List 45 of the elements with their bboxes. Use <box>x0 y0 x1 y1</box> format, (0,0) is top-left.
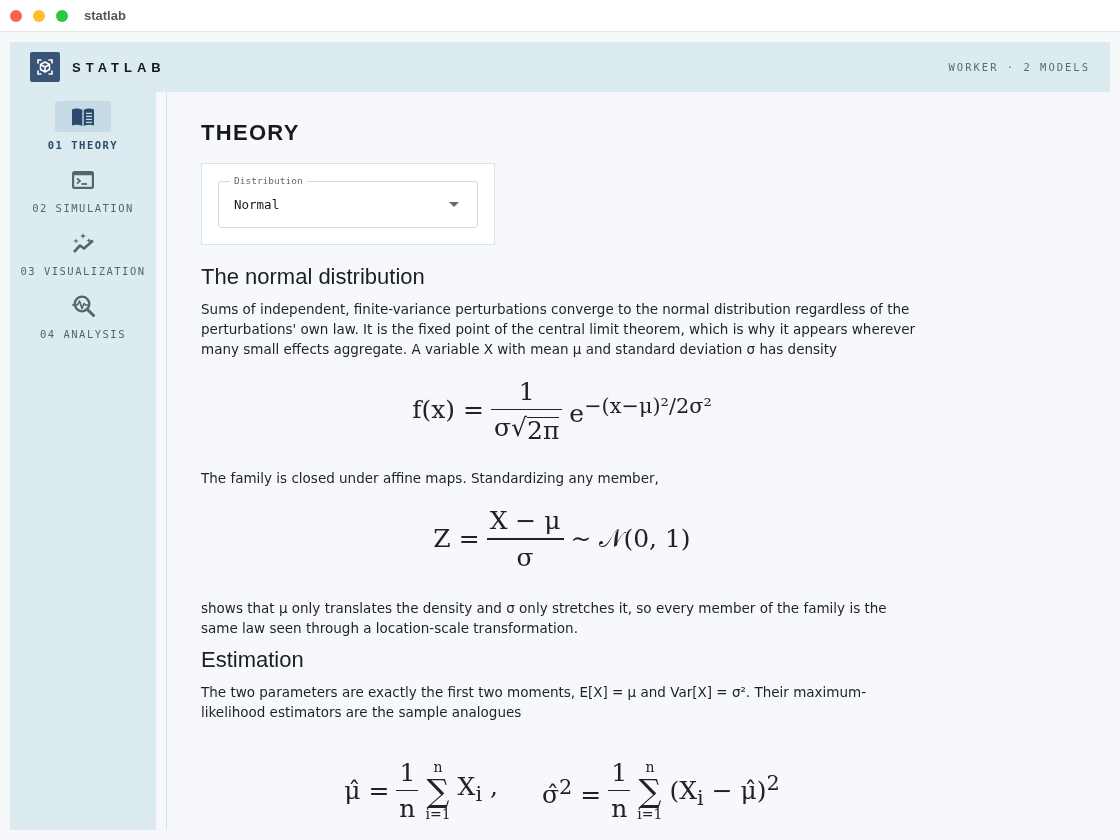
section-heading: The normal distribution <box>201 263 426 291</box>
nav-item[interactable]: 04 ANALYSIS <box>39 290 126 353</box>
nav-item[interactable]: 02 SIMULATION <box>32 164 134 227</box>
math-text: 1 <box>611 757 628 788</box>
math-text: σ̂$^{2}$ = <box>541 773 602 810</box>
paragraph: The family is closed under affine maps. Standardizing any member, <box>201 469 660 489</box>
math-text: e$^{−(x−μ)²/2σ²}$ <box>569 393 712 430</box>
sum-upper-limit: n <box>433 759 443 775</box>
summation-sign: ∑ <box>426 774 450 807</box>
radical-sign: √ <box>511 413 527 444</box>
page-title: THEORY <box>201 120 301 146</box>
math-text: ∼ 𝒩(0, 1) <box>570 524 691 555</box>
status-text: WORKER · 2 MODELS <box>948 61 1090 73</box>
math-text: (X$_{i}$ − μ̂)$^{2}$ <box>669 770 780 813</box>
terminal-icon <box>72 170 94 189</box>
math-text: n <box>399 793 416 824</box>
window-zoom-icon[interactable] <box>56 9 68 22</box>
field-label: Distribution <box>230 175 307 187</box>
math-text: X$_{i}$ , <box>457 772 498 809</box>
window-title: statlab <box>84 8 126 23</box>
section-heading: Estimation <box>201 645 305 674</box>
window-close-icon[interactable] <box>10 9 22 22</box>
paragraph: Sums of independent, finite-variance perturbations converge to the normal distribution regardless of the perturbations' own law. It is the fixed point of the central limit theorem, which is why it appears wherever many small effects aggregate. A variable X with mean μ and standard deviation σ has density <box>201 300 917 359</box>
book-icon <box>71 106 95 127</box>
sum-upper-limit: n <box>645 759 655 775</box>
paragraph: shows that μ only translates the density and σ only stretches it, so every member of the family is the same law seen through a location-scale transformation. <box>201 598 888 638</box>
math-text: f(x) = <box>412 395 484 426</box>
math-text: σ <box>516 542 534 573</box>
caret-down-icon <box>449 202 459 207</box>
magnifier-pulse-icon <box>71 293 95 318</box>
math-text: σ <box>494 413 512 444</box>
paragraph: The two parameters are exactly the first two moments, E[X] = μ and Var[X] = σ². Their maximum-likelihood estimators are the sample analogues <box>201 682 868 722</box>
radicand: 2π <box>527 417 560 444</box>
summation-sign: ∑ <box>638 774 662 807</box>
app-name: STATLAB <box>72 59 166 75</box>
window-minimize-icon[interactable] <box>33 9 45 22</box>
math-text: 1 <box>518 377 535 407</box>
math-text: X − μ <box>489 506 561 537</box>
math-text: 1 <box>399 757 416 788</box>
math-text: Z = <box>433 524 480 555</box>
nav-item[interactable]: 03 VISUALIZATION <box>20 227 146 290</box>
nav-item[interactable]: 01 THEORY <box>47 101 119 164</box>
math-text: n <box>611 793 628 824</box>
math-text: μ̂ = <box>344 775 390 806</box>
cube-logo-icon <box>30 52 60 82</box>
